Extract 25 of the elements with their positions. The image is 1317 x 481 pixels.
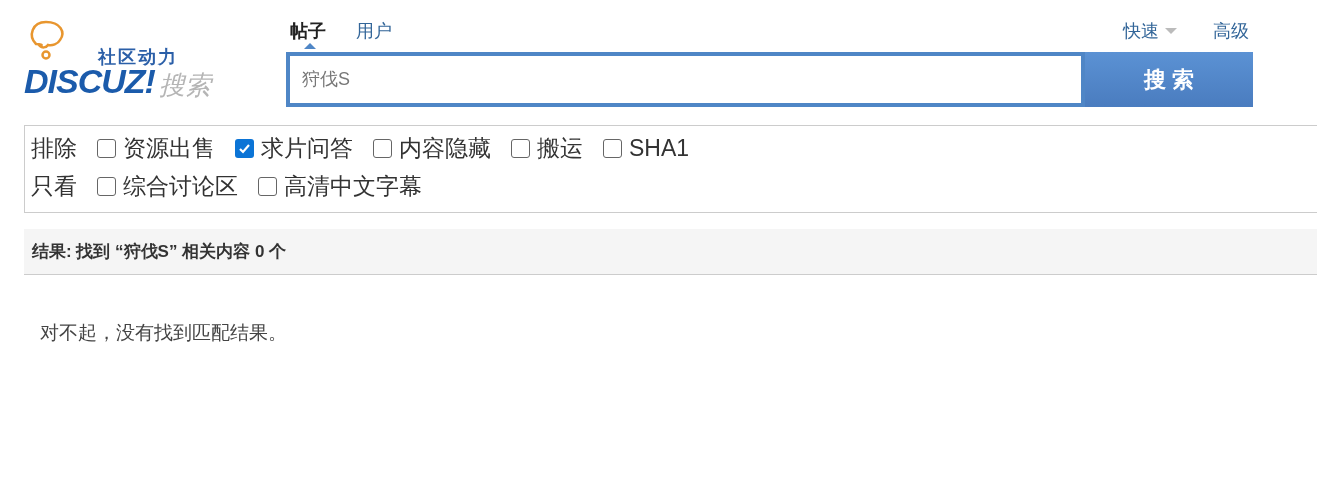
checkbox[interactable] xyxy=(511,138,530,158)
filter-label: 只看 xyxy=(31,172,77,201)
filter-checkbox[interactable]: 内容隐藏 xyxy=(373,132,491,164)
search-field[interactable]: 狩伐S xyxy=(286,52,1085,107)
checkbox[interactable] xyxy=(235,138,254,158)
search-mode-link[interactable]: 快速 xyxy=(1123,17,1177,45)
filter-checkbox[interactable]: 求片问答 xyxy=(235,132,353,164)
filter-checkbox[interactable]: 资源出售 xyxy=(97,132,215,164)
checkbox[interactable] xyxy=(258,176,277,196)
result-header: 结果: 找到 “狩伐S” 相关内容 0 个 xyxy=(24,229,1317,275)
search-mode-link[interactable]: 高级 xyxy=(1213,17,1249,45)
filter-label: 排除 xyxy=(31,134,77,163)
caret-icon xyxy=(1165,28,1177,34)
filter-checkbox[interactable]: SHA1 xyxy=(603,132,690,164)
search-tab[interactable]: 用户 xyxy=(356,17,392,45)
checkbox[interactable] xyxy=(603,138,622,158)
filter-checkbox[interactable]: 高清中文字幕 xyxy=(258,170,422,202)
search-button[interactable]: 搜 索 xyxy=(1085,52,1253,107)
filter-checkbox[interactable]: 综合讨论区 xyxy=(97,170,238,202)
logo-slogan: 社区动力 xyxy=(98,46,178,69)
filter-checkbox[interactable]: 搬运 xyxy=(511,132,583,164)
checkbox[interactable] xyxy=(97,138,116,158)
no-results-message: 对不起，没有找到匹配结果。 xyxy=(40,321,288,345)
checkbox[interactable] xyxy=(97,176,116,196)
checkbox[interactable] xyxy=(373,138,392,158)
